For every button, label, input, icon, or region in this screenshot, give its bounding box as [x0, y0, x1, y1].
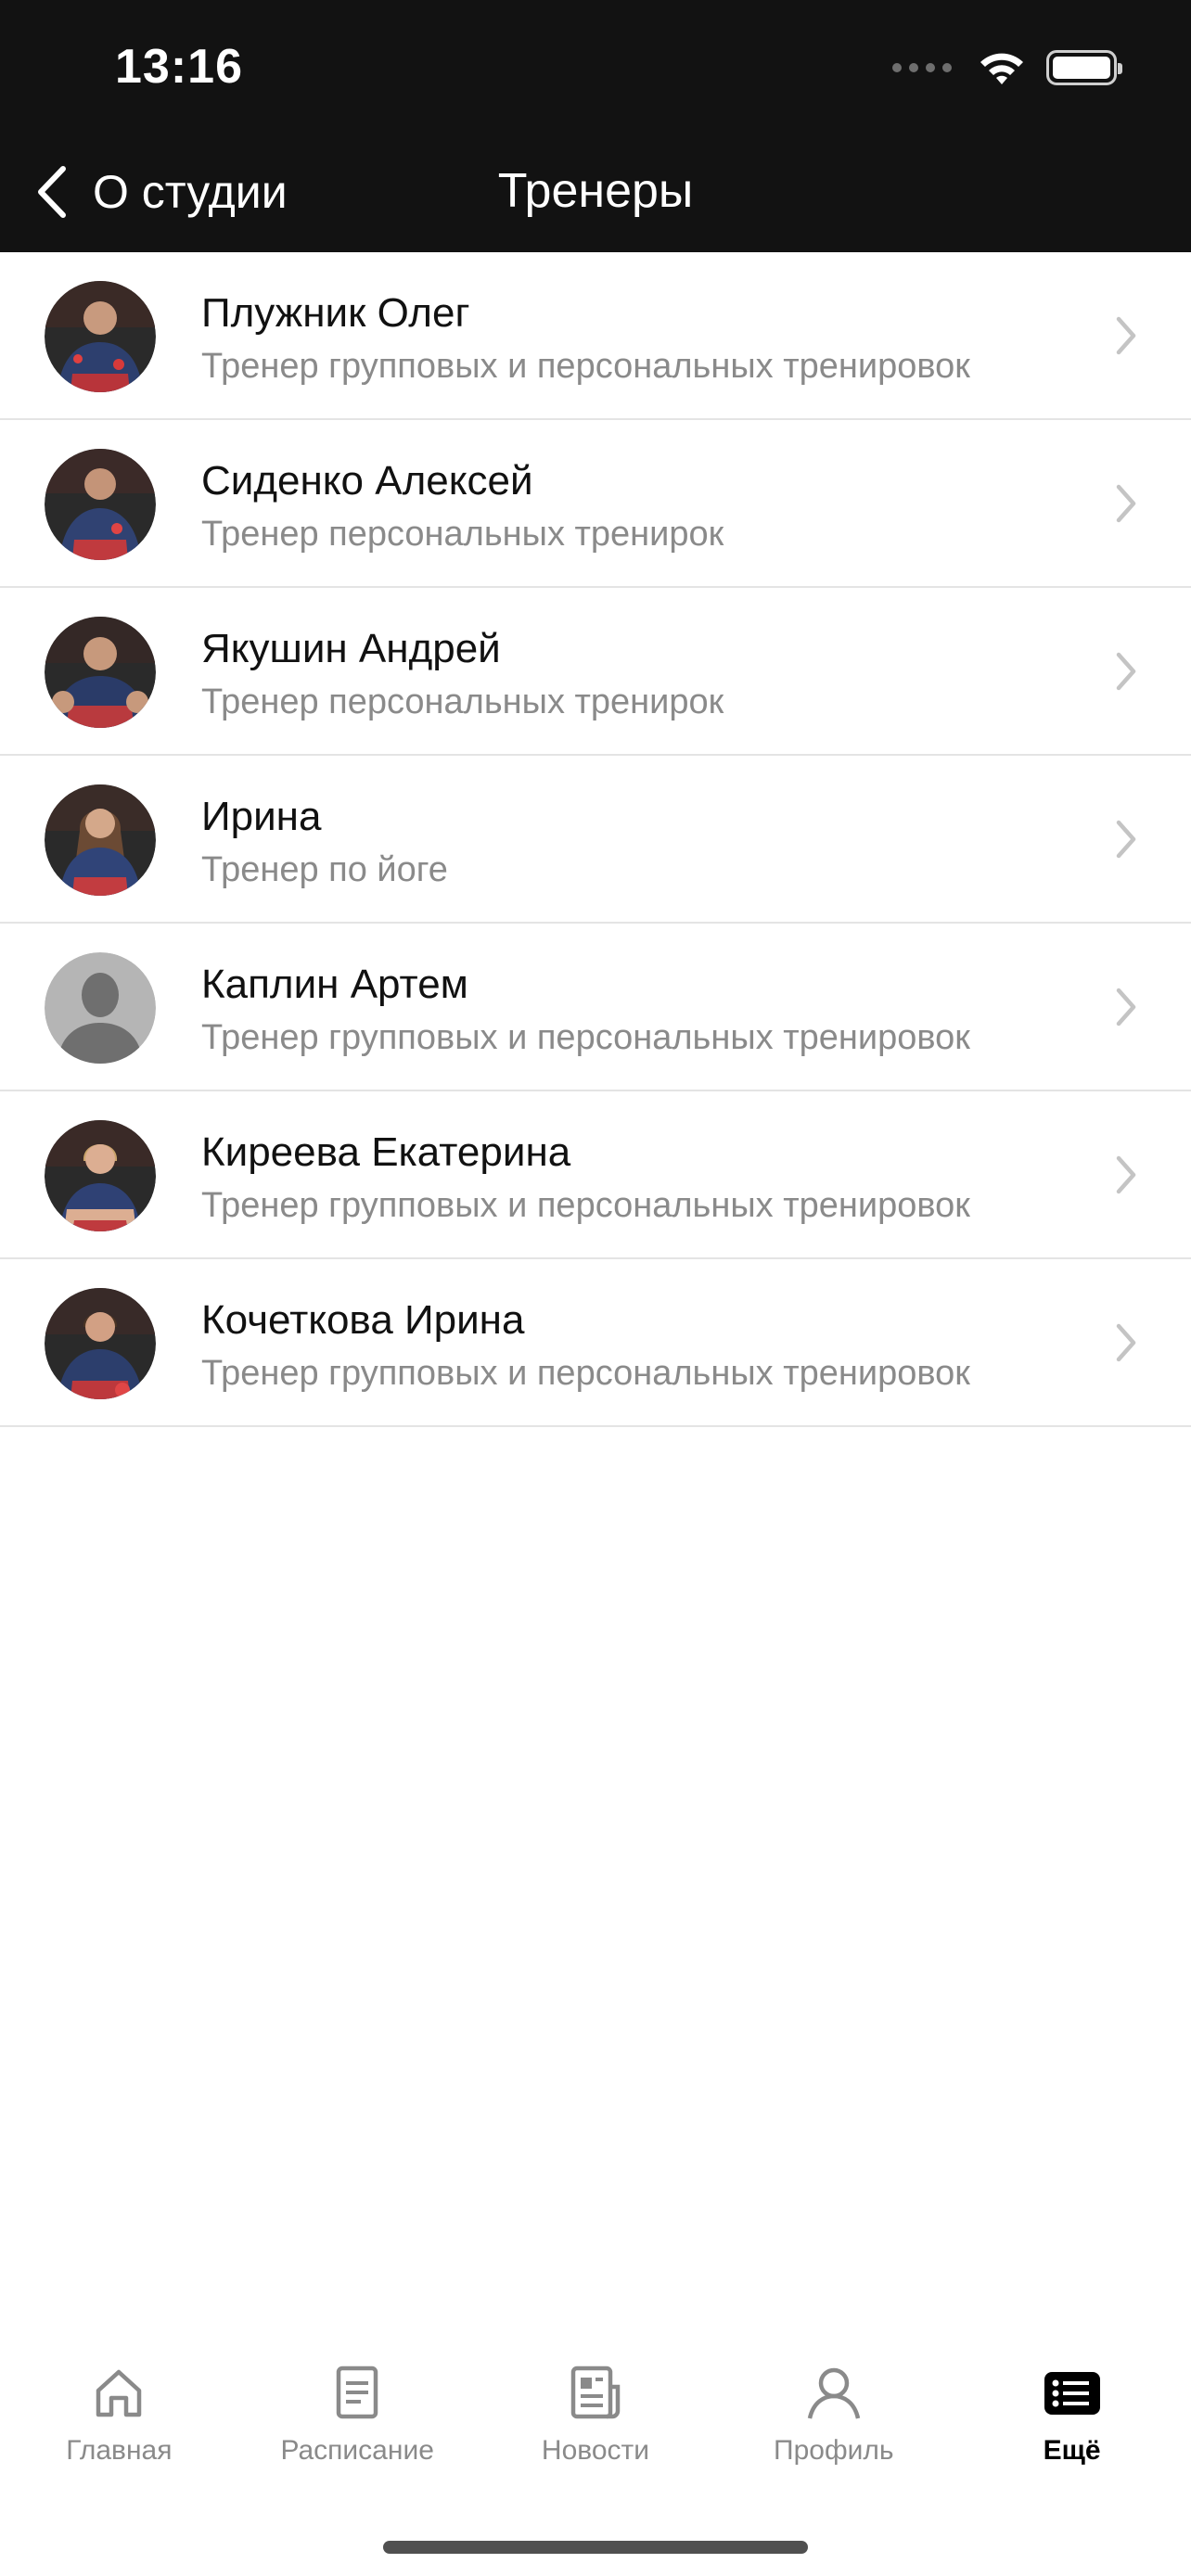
tab-label: Новости	[541, 2435, 650, 2466]
trainer-avatar	[45, 1120, 156, 1231]
trainer-row[interactable]: Якушин Андрей Тренер персональных тренир…	[0, 588, 1191, 756]
tab-label: Расписание	[280, 2435, 434, 2466]
top-bar: 13:16 О студии Тренеры	[0, 0, 1191, 252]
trainer-avatar	[45, 617, 156, 728]
trainer-row[interactable]: Киреева Екатерина Тренер групповых и пер…	[0, 1091, 1191, 1259]
trainer-avatar	[45, 449, 156, 560]
trainer-row[interactable]: Плужник Олег Тренер групповых и персонал…	[0, 252, 1191, 420]
trainer-row[interactable]: Сиденко Алексей Тренер персональных трен…	[0, 420, 1191, 588]
trainer-avatar	[45, 1288, 156, 1399]
chevron-right-icon	[1116, 820, 1136, 859]
chevron-right-icon	[1116, 484, 1136, 523]
page-title: Тренеры	[497, 164, 694, 218]
trainer-row[interactable]: Каплин Артем Тренер групповых и персонал…	[0, 924, 1191, 1091]
tab-bar: Главная Расписание Новости Профиль Ещё	[0, 2346, 1191, 2504]
trainer-role: Тренер по йоге	[201, 850, 448, 889]
trainer-role: Тренер групповых и персональных трениров…	[201, 347, 970, 386]
chevron-right-icon	[1116, 316, 1136, 355]
trainer-list: Плужник Олег Тренер групповых и персонал…	[0, 252, 1191, 1427]
chevron-right-icon	[1116, 1155, 1136, 1194]
trainer-role: Тренер групповых и персональных трениров…	[201, 1354, 970, 1393]
trainer-name: Ирина	[201, 794, 322, 839]
tab-more[interactable]: Ещё	[953, 2346, 1191, 2504]
schedule-icon	[336, 2366, 378, 2419]
tab-profile[interactable]: Профиль	[714, 2346, 953, 2504]
trainer-role: Тренер групповых и персональных трениров…	[201, 1186, 970, 1225]
trainer-name: Киреева Екатерина	[201, 1129, 571, 1175]
trainer-name: Плужник Олег	[201, 290, 470, 336]
trainer-role: Тренер персональных тренирок	[201, 515, 724, 554]
battery-icon	[1046, 50, 1122, 85]
trainer-avatar	[45, 784, 156, 896]
profile-icon	[807, 2367, 860, 2419]
status-icons	[892, 46, 1122, 89]
tab-schedule[interactable]: Расписание	[238, 2346, 477, 2504]
trainer-role: Тренер персональных тренирок	[201, 682, 724, 721]
trainer-name: Сиденко Алексей	[201, 458, 533, 504]
chevron-right-icon	[1116, 1323, 1136, 1362]
tab-label: Профиль	[774, 2435, 894, 2466]
chevron-right-icon	[1116, 652, 1136, 691]
trainer-avatar	[45, 281, 156, 392]
trainers-screen: 13:16 О студии Тренеры Плужник Олег Трен…	[0, 0, 1191, 2576]
wifi-icon	[980, 53, 1023, 84]
trainer-avatar-placeholder	[45, 952, 156, 1064]
more-icon	[1044, 2372, 1100, 2415]
trainer-name: Каплин Артем	[201, 962, 468, 1007]
tab-label: Главная	[66, 2435, 173, 2466]
status-time: 13:16	[115, 40, 243, 94]
trainer-role: Тренер групповых и персональных трениров…	[201, 1018, 970, 1057]
home-indicator	[383, 2541, 808, 2554]
tab-label: Ещё	[1043, 2435, 1101, 2466]
home-icon	[96, 2369, 142, 2417]
trainer-row[interactable]: Кочеткова Ирина Тренер групповых и персо…	[0, 1259, 1191, 1427]
trainer-row[interactable]: Ирина Тренер по йоге	[0, 756, 1191, 924]
tab-home[interactable]: Главная	[0, 2346, 238, 2504]
chevron-right-icon	[1116, 988, 1136, 1027]
trainer-name: Кочеткова Ирина	[201, 1297, 525, 1343]
news-icon	[570, 2366, 621, 2419]
tab-news[interactable]: Новости	[477, 2346, 715, 2504]
cellular-signal-icon	[892, 63, 952, 72]
trainer-name: Якушин Андрей	[201, 626, 501, 671]
